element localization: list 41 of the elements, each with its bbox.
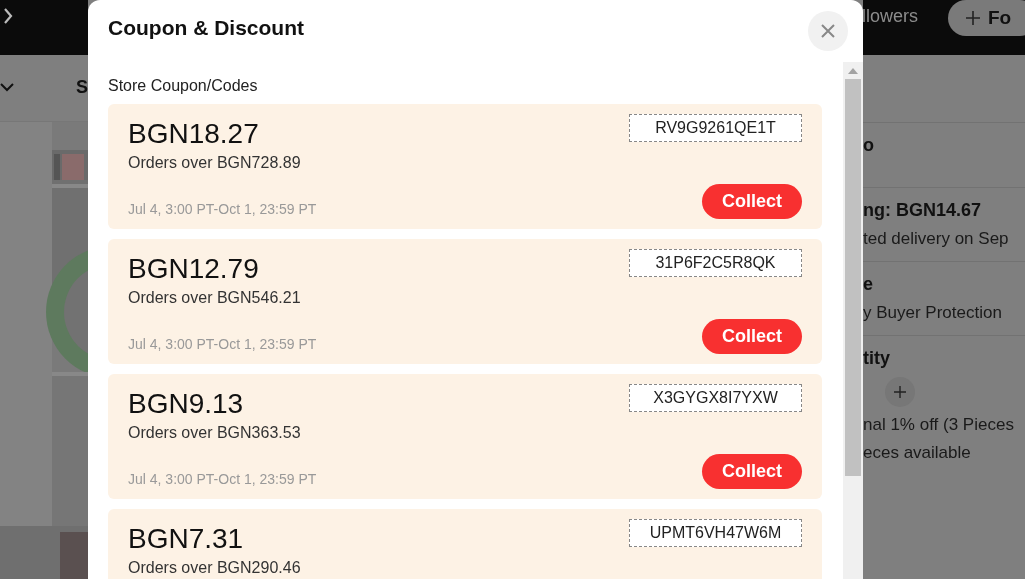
section-text: ted delivery on Sep bbox=[863, 229, 1010, 249]
validity-period: Jul 4, 3:00 PT-Oct 1, 23:59 PT bbox=[128, 336, 317, 354]
coupon-code: RV9G9261QE1T bbox=[629, 114, 802, 142]
plus-icon bbox=[966, 11, 980, 25]
close-icon bbox=[821, 24, 835, 38]
coupon-code: 31P6F2C5R8QK bbox=[629, 249, 802, 277]
coupon-amount: BGN9.13 bbox=[128, 387, 245, 421]
chevron-right-icon[interactable] bbox=[3, 6, 13, 25]
dialog-title: Coupon & Discount bbox=[108, 16, 304, 40]
section-text: y Buyer Protection bbox=[863, 303, 1003, 323]
coupon-condition: Orders over BGN546.21 bbox=[128, 289, 302, 307]
section-heading: Store Coupon/Codes bbox=[108, 77, 259, 95]
scroll-up-icon[interactable] bbox=[848, 68, 858, 74]
follow-button[interactable]: Fo bbox=[948, 0, 1025, 36]
coupon-condition: Orders over BGN728.89 bbox=[128, 154, 302, 172]
collect-button[interactable]: Collect bbox=[702, 319, 802, 354]
section-title: ng: BGN14.67 bbox=[863, 200, 983, 221]
section-title: tity bbox=[863, 348, 891, 369]
validity-period: Jul 4, 3:00 PT-Oct 1, 23:59 PT bbox=[128, 201, 317, 219]
followers-label: llowers bbox=[863, 6, 918, 27]
coupon-amount: BGN18.27 bbox=[128, 117, 260, 151]
scrollbar-thumb[interactable] bbox=[845, 79, 861, 476]
collect-button[interactable]: Collect bbox=[702, 184, 802, 219]
coupon-code: UPMT6VH47W6M bbox=[629, 519, 802, 547]
plus-icon bbox=[894, 386, 906, 398]
increase-button[interactable] bbox=[885, 377, 915, 407]
coupon-condition: Orders over BGN363.53 bbox=[128, 424, 302, 442]
coupon-condition: Orders over BGN290.46 bbox=[128, 559, 301, 577]
coupon-amount: BGN12.79 bbox=[128, 252, 260, 286]
collect-button[interactable]: Collect bbox=[702, 454, 802, 489]
section-title: o bbox=[863, 135, 875, 156]
close-button[interactable] bbox=[808, 11, 848, 51]
section-text: nal 1% off (3 Pieces bbox=[863, 415, 1015, 435]
nav-tab[interactable]: S bbox=[76, 76, 88, 98]
section-title: e bbox=[863, 274, 874, 295]
coupon-amount: BGN7.31 bbox=[128, 522, 245, 556]
coupon-code: X3GYGX8I7YXW bbox=[629, 384, 802, 412]
chevron-down-icon[interactable] bbox=[0, 82, 14, 92]
validity-period: Jul 4, 3:00 PT-Oct 1, 23:59 PT bbox=[128, 471, 317, 489]
section-text: eces available bbox=[863, 443, 972, 463]
scrollbar[interactable] bbox=[843, 62, 863, 579]
